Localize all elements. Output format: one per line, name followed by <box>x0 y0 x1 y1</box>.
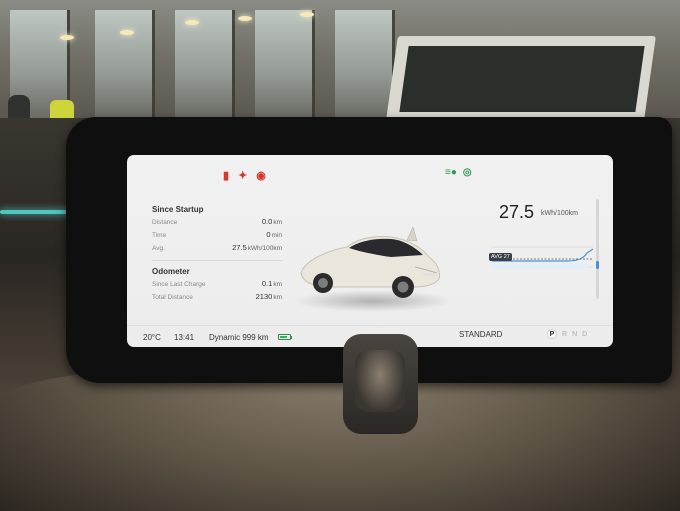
odometer-row: Total Distance 2130km <box>152 292 282 305</box>
trip-row-value: 27.5kWh/100km <box>232 243 282 252</box>
showroom-window <box>175 10 235 120</box>
steering-wheel-logo <box>355 350 405 412</box>
occupant-warning-icon: ✦ <box>238 170 248 182</box>
consumption-scale-marker <box>596 261 599 269</box>
gear-selector: P R N D <box>547 329 587 339</box>
trip-row-value: 0.0km <box>261 217 282 226</box>
ceiling-light <box>120 30 134 35</box>
showroom-window <box>95 10 155 120</box>
warning-indicators: ▮ ✦ ◉ <box>223 170 266 182</box>
trip-row-value: 0min <box>266 230 282 239</box>
gear-p: P <box>547 329 557 339</box>
gear-r: R <box>562 330 568 338</box>
trip-panel: Since Startup Distance 0.0km Time 0min A… <box>152 205 282 305</box>
showroom-window <box>335 10 395 120</box>
odometer-row: Since Last Charge 0.1km <box>152 279 282 292</box>
gear-d: D <box>582 330 588 338</box>
range-mode: Dynamic 999 km <box>209 333 269 342</box>
drive-mode: STANDARD <box>459 330 503 339</box>
trip-row: Time 0min <box>152 230 282 243</box>
consumption-value: 27.5 <box>499 202 535 222</box>
odometer-title: Odometer <box>152 267 190 276</box>
trip-row: Avg. 27.5kWh/100km <box>152 243 282 256</box>
clock: 13:41 <box>174 333 195 342</box>
low-beam-icon: ≡● <box>445 167 457 178</box>
ceiling-light <box>300 12 314 17</box>
trip-row-label: Avg. <box>152 245 165 252</box>
trip-row-label: Time <box>152 232 167 239</box>
instrument-cluster: ▮ ✦ ◉ ≡● ◎ Since Startup Distance 0.0km … <box>127 155 613 347</box>
consumption-scale <box>596 199 599 299</box>
ceiling-light <box>60 35 74 40</box>
indicator-lamps: ≡● ◎ <box>445 167 472 178</box>
ceiling-light <box>238 16 252 21</box>
average-tag: AVG 27 <box>489 253 512 261</box>
since-startup-title: Since Startup <box>152 205 204 214</box>
battery-fill <box>280 336 288 338</box>
auto-hold-icon: ◎ <box>462 167 472 178</box>
gear-n: N <box>572 330 578 338</box>
odometer-row-label: Total Distance <box>152 294 193 301</box>
odometer-row-value: 0.1km <box>261 279 282 288</box>
showroom-sign-panel <box>399 46 645 112</box>
car-illustration <box>300 226 440 298</box>
trip-row: Distance 0.0km <box>152 217 282 230</box>
outside-temperature: 20°C <box>143 333 161 342</box>
showroom-window <box>255 10 315 120</box>
consumption-unit: kWh/100km <box>541 210 578 217</box>
battery-cap <box>291 336 292 339</box>
seatbelt-warning-icon: ▮ <box>223 170 230 182</box>
battery-icon <box>278 334 291 340</box>
parking-brake-icon: ◉ <box>256 170 266 182</box>
odometer-row-label: Since Last Charge <box>152 281 206 288</box>
odometer-row-value: 2130km <box>255 292 282 301</box>
ceiling-light <box>185 20 199 25</box>
trip-row-label: Distance <box>152 219 178 226</box>
divider <box>152 260 282 261</box>
